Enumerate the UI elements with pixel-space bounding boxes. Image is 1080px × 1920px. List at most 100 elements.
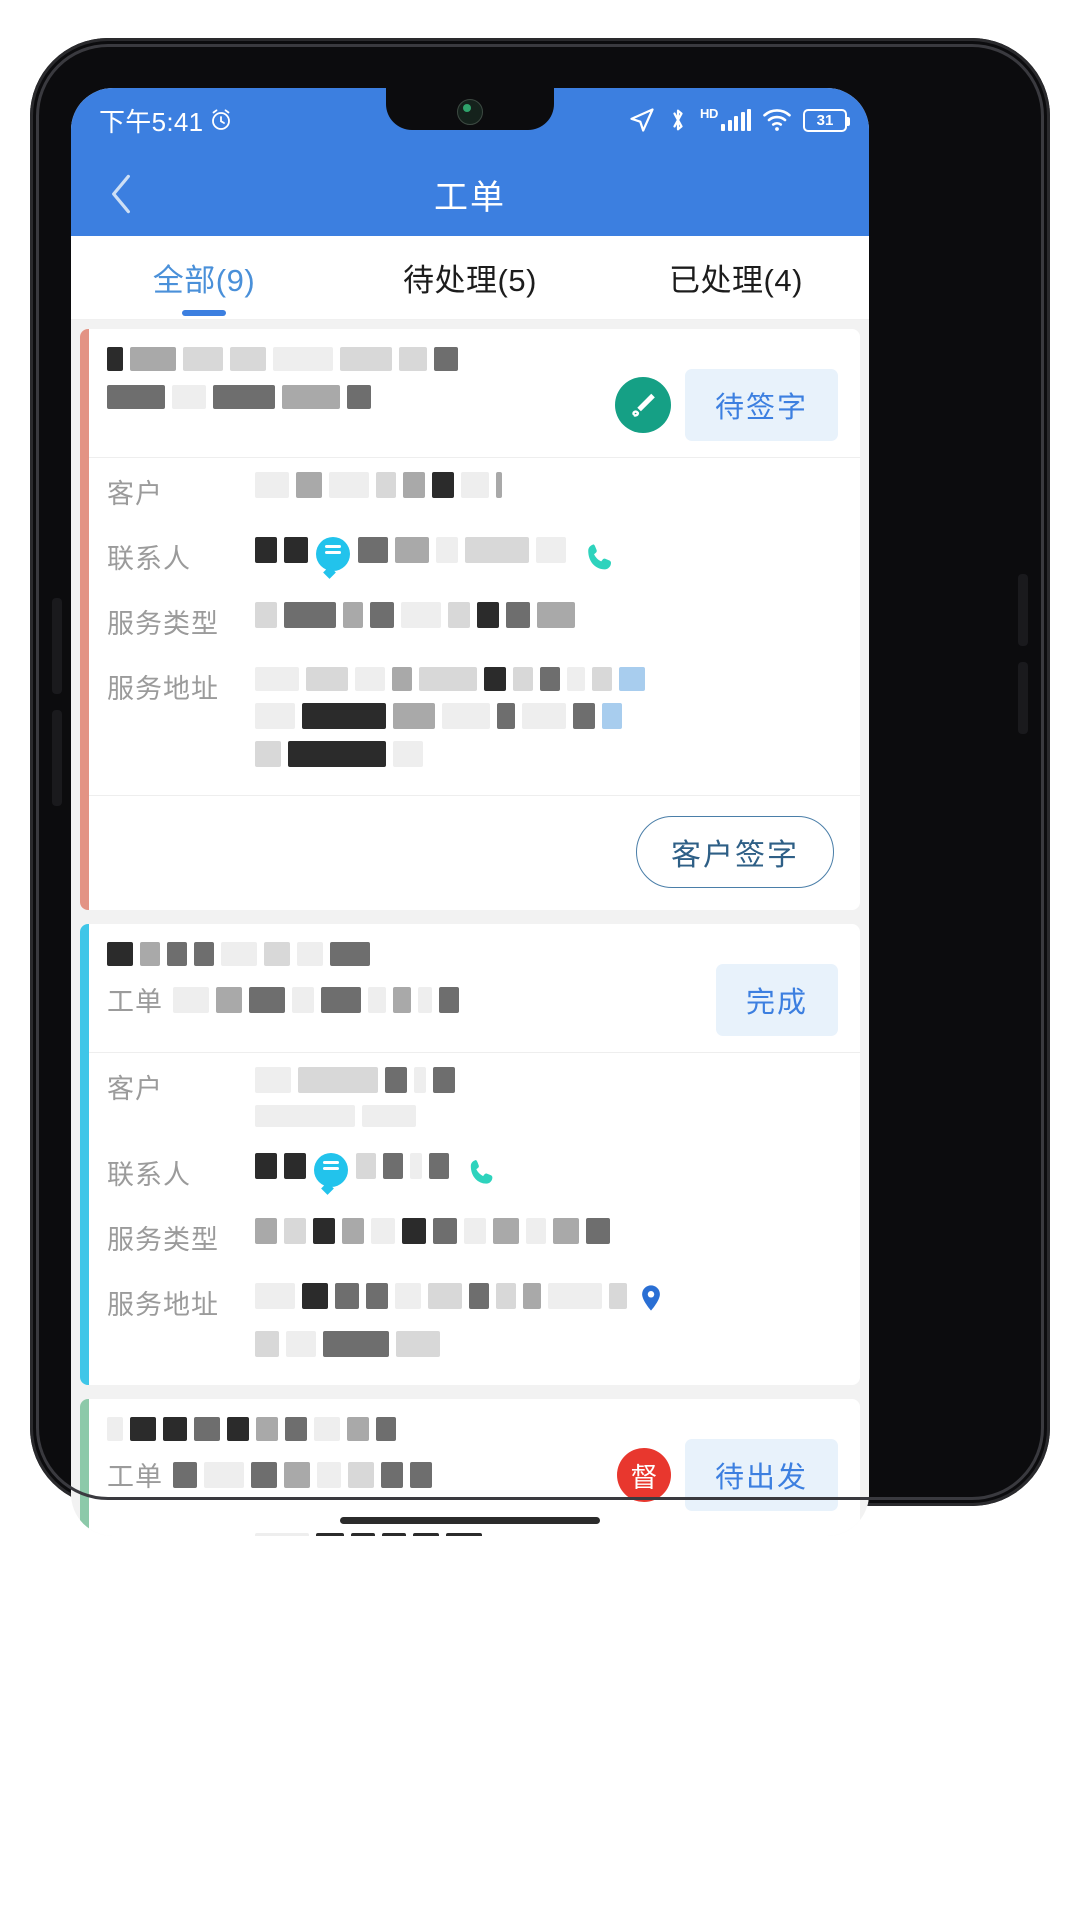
phone-icon[interactable] [580, 537, 618, 575]
service-address-row: 服务地址 [107, 1283, 838, 1357]
work-order-card[interactable]: 工单 [80, 1399, 860, 1536]
tab-processed[interactable]: 已处理(4) [603, 236, 869, 319]
redacted-content [173, 986, 459, 1013]
contact-label: 联系人 [107, 544, 191, 574]
card-body: 待签字 客户 联系人 服务类型 服务地址 客户签字 [89, 329, 860, 910]
redacted-title-line-1 [107, 347, 605, 371]
redacted-content [356, 1153, 449, 1179]
service-address-label: 服务地址 [107, 1290, 219, 1320]
contact-row: 联系人 [107, 537, 838, 576]
status-badge[interactable]: 待签字 [684, 369, 838, 441]
back-button[interactable] [93, 166, 149, 222]
redacted-content [255, 472, 502, 498]
home-indicator[interactable] [340, 1517, 600, 1524]
redacted-title-line-1 [107, 942, 706, 966]
battery-icon: 31 [803, 108, 850, 132]
signature-pen-icon[interactable] [614, 377, 671, 433]
service-type-row: 服务类型 [107, 1218, 838, 1257]
redacted-content [107, 347, 458, 371]
service-address-value [255, 1283, 838, 1357]
redacted-content [358, 537, 566, 563]
signal-bars-icon [721, 109, 751, 131]
supervise-badge-icon[interactable]: 督 [616, 1448, 671, 1502]
service-type-label: 服务类型 [107, 1225, 219, 1255]
customer-value [255, 1533, 838, 1536]
work-order-line: 工单 [107, 980, 706, 1019]
card-body: 工单 [89, 1399, 860, 1536]
alarm-icon [212, 109, 231, 130]
redacted-content [255, 1105, 838, 1127]
redacted-content [173, 1461, 432, 1488]
service-address-label: 服务地址 [107, 674, 219, 704]
status-badge[interactable]: 待出发 [684, 1439, 838, 1511]
redacted-content [255, 1533, 482, 1536]
status-bar-left: 下午5:41 [99, 102, 233, 139]
battery-level: 31 [816, 111, 834, 129]
location-arrow-icon [630, 108, 654, 132]
wifi-icon [763, 109, 791, 131]
redacted-content [255, 667, 645, 691]
tab-bar: 全部(9) 待处理(5) 已处理(4) [71, 236, 869, 320]
redacted-content [255, 1067, 455, 1093]
tab-pending[interactable]: 待处理(5) [337, 236, 603, 319]
phone-icon[interactable] [463, 1153, 499, 1189]
status-bar: 下午5:41 HD 31 [71, 88, 869, 152]
status-time: 下午5:41 [99, 106, 204, 137]
hd-label: HD [700, 105, 718, 121]
tab-processed-label: 已处理(4) [669, 263, 803, 298]
app-bar: 工单 [71, 152, 869, 236]
tab-all[interactable]: 全部(9) [71, 236, 337, 319]
card-detail-rows: 客户 [89, 458, 860, 795]
redacted-content [255, 1218, 610, 1244]
card-accent-bar [80, 329, 89, 910]
redacted-content [255, 1283, 627, 1309]
page-title: 工单 [434, 178, 506, 217]
customer-label: 客户 [107, 1074, 163, 1104]
volume-up-button[interactable] [52, 598, 62, 694]
card-header: 工单 [89, 924, 860, 1053]
phone-screen: 下午5:41 HD 31 工单 全部(9) 待处理(5) 已处理(4) 待签字 … [71, 88, 869, 1536]
redacted-content [107, 1417, 396, 1441]
tab-all-label: 全部(9) [152, 263, 256, 298]
phone-frame: 下午5:41 HD 31 工单 全部(9) 待处理(5) 已处理(4) 待签字 … [30, 38, 1050, 1536]
map-pin-icon[interactable] [635, 1283, 667, 1319]
contact-value [255, 537, 838, 575]
bluetooth-icon [673, 109, 683, 131]
tab-active-indicator [182, 310, 226, 316]
tab-pending-label: 待处理(5) [403, 263, 537, 298]
contact-row: 联系人 [107, 1153, 838, 1192]
customer-value [255, 1067, 838, 1127]
redacted-content [255, 1153, 306, 1179]
redacted-content [255, 703, 838, 729]
chevron-left-icon [112, 174, 130, 214]
card-header: 待签字 [89, 329, 860, 458]
card-detail-rows: 客户 [89, 1527, 860, 1536]
chat-bubble-icon[interactable] [314, 1153, 348, 1187]
customer-signature-button[interactable]: 客户签字 [636, 816, 834, 888]
work-order-card[interactable]: 待签字 客户 联系人 服务类型 服务地址 客户签字 [80, 329, 860, 910]
redacted-content [107, 942, 370, 966]
status-badge[interactable]: 完成 [715, 964, 838, 1036]
customer-value [255, 472, 838, 498]
supervise-badge-label: 督 [630, 1462, 658, 1493]
work-order-line: 工单 [107, 1455, 607, 1494]
card-header: 工单 [89, 1399, 860, 1527]
volume-down-button[interactable] [52, 710, 62, 806]
card-header-text [107, 347, 605, 409]
card-detail-rows: 客户 [89, 1053, 860, 1385]
front-camera-icon [457, 99, 483, 125]
customer-label: 客户 [107, 1533, 255, 1536]
card-header-actions: 待签字 [614, 347, 838, 441]
work-order-card[interactable]: 工单 [80, 924, 860, 1385]
chat-bubble-icon[interactable] [316, 537, 350, 571]
redacted-content [255, 1331, 838, 1357]
work-order-list[interactable]: 待签字 客户 联系人 服务类型 服务地址 客户签字 工单 完成 客户 联系人 服… [71, 320, 869, 1536]
customer-label: 客户 [107, 479, 163, 509]
card-header-text: 工单 [107, 942, 706, 1019]
work-order-label: 工单 [107, 1462, 163, 1492]
card-footer: 客户签字 [89, 795, 860, 910]
card-header-actions: 督 待出发 [616, 1417, 838, 1511]
power-button[interactable] [1018, 574, 1028, 646]
redacted-content [255, 602, 575, 628]
assistant-button[interactable] [1018, 662, 1028, 734]
